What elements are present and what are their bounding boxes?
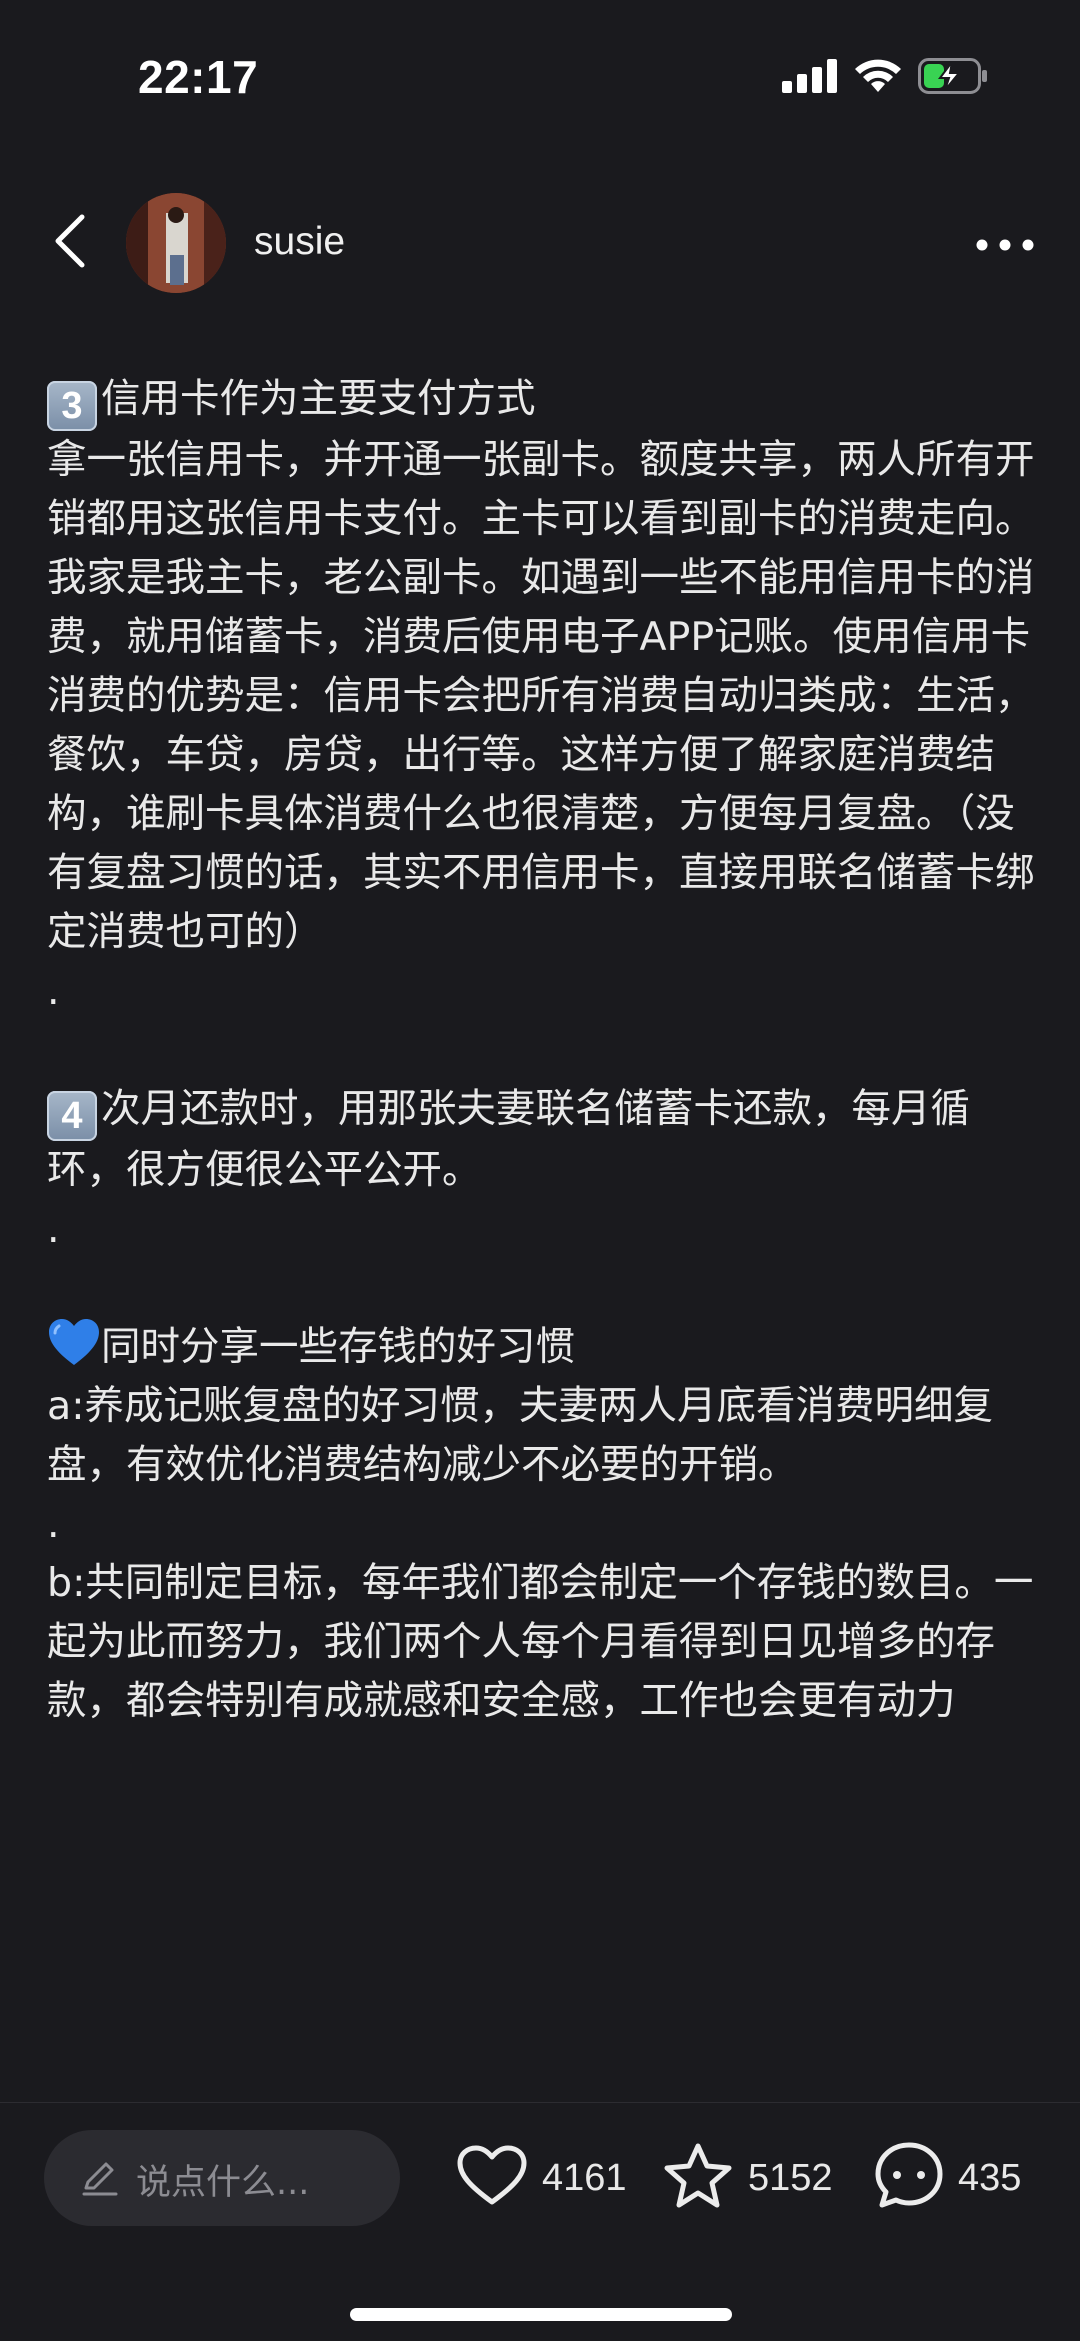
battery-charging-icon <box>918 58 988 98</box>
note-content: 3 信用卡作为主要支付方式 拿一张信用卡，并开通一张副卡。额度共享，两人所有开销都… <box>47 370 1037 2102</box>
paragraph-credit-card: 3 信用卡作为主要支付方式 拿一张信用卡，并开通一张副卡。额度共享，两人所有开销都… <box>47 370 1037 962</box>
more-icon <box>976 236 1034 255</box>
favorite-count: 5152 <box>748 2156 833 2199</box>
pencil-icon <box>80 2158 120 2202</box>
home-indicator[interactable] <box>350 2308 732 2321</box>
comment-input[interactable]: 说点什么... <box>44 2130 400 2226</box>
heart-outline-icon <box>456 2144 528 2212</box>
bottom-divider <box>0 2102 1080 2103</box>
back-button[interactable] <box>40 205 100 280</box>
separator-dot: . <box>47 968 60 1014</box>
author-name[interactable]: susie <box>254 220 345 264</box>
author-avatar[interactable] <box>126 193 226 293</box>
paragraph-habit-b: b:共同制定目标，每年我们都会制定一个存钱的数目。一起为此而努力，我们两个人每个… <box>47 1560 1034 1724</box>
status-bar: 22:17 <box>0 0 1080 150</box>
separator-dot: . <box>47 1206 60 1252</box>
paragraph-text: 次月还款时，用那张夫妻联名储蓄卡还款，每月循环，很方便很公平公开。 <box>47 1086 970 1193</box>
note-header: susie <box>0 180 1080 305</box>
like-button[interactable]: 4161 <box>456 2140 627 2216</box>
cellular-signal-icon <box>782 59 838 97</box>
paragraph-habit-a: a:养成记账复盘的好习惯，夫妻两人月底看消费明细复盘，有效优化消费结构减少不必要… <box>47 1383 994 1488</box>
separator-dot: . <box>47 1501 60 1547</box>
status-icons <box>782 58 988 98</box>
star-outline-icon <box>662 2142 734 2214</box>
paragraph-text: 信用卡作为主要支付方式 拿一张信用卡，并开通一张副卡。额度共享，两人所有开销都用… <box>47 376 1035 955</box>
paragraph-repayment: 4 次月还款时，用那张夫妻联名储蓄卡还款，每月循环，很方便很公平公开。 <box>47 1080 1037 1200</box>
comment-count: 435 <box>958 2156 1022 2199</box>
chat-bubble-icon <box>874 2141 944 2215</box>
paragraph-saving-habits-title: 同时分享一些存钱的好习惯 <box>47 1318 1037 1377</box>
more-button[interactable] <box>970 220 1040 270</box>
paragraph-text: 同时分享一些存钱的好习惯 <box>101 1324 575 1370</box>
keycap-4-icon: 4 <box>47 1091 97 1141</box>
like-count: 4161 <box>542 2156 627 2199</box>
wifi-icon <box>854 58 902 98</box>
comment-placeholder: 说点什么... <box>136 2163 310 2203</box>
status-time: 22:17 <box>138 51 259 103</box>
favorite-button[interactable]: 5152 <box>662 2140 833 2216</box>
back-icon <box>52 213 88 273</box>
keycap-3-icon: 3 <box>47 381 97 431</box>
blue-heart-icon <box>47 1318 101 1368</box>
comment-button[interactable]: 435 <box>874 2140 1021 2216</box>
